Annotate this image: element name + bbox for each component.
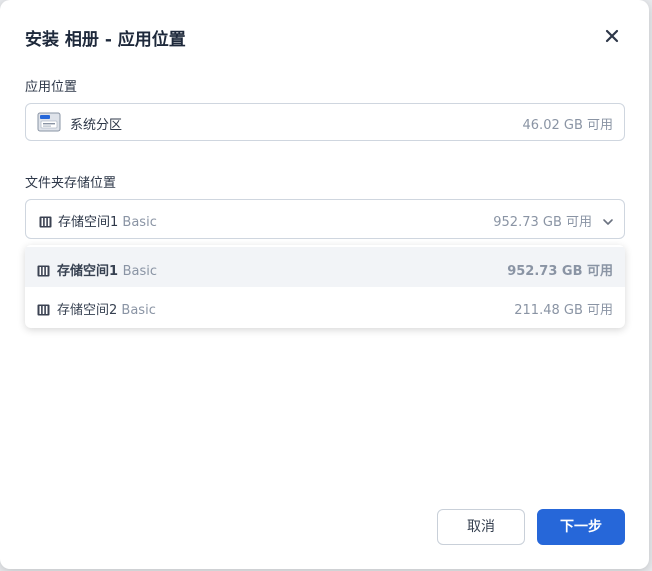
app-location-label: 应用位置 [25,80,78,95]
volume-option-label: 存储空间2 Basic [57,299,156,318]
volume-dropdown: 存储空间1 Basic 952.73 GB 可用 存储空间2 Basic 211… [25,245,625,328]
chevron-down-icon [602,213,614,225]
close-icon[interactable] [600,24,624,48]
volume-icon [37,301,50,316]
volume-option-1[interactable]: 存储空间1 Basic 952.73 GB 可用 [25,247,625,287]
folder-location-label: 文件夹存储位置 [25,176,117,191]
volume-option-2[interactable]: 存储空间2 Basic 211.48 GB 可用 [25,286,625,326]
next-button[interactable]: 下一步 [537,509,625,545]
folder-location-select[interactable]: 存储空间1 Basic 952.73 GB 可用 [25,199,625,239]
volume-icon [39,213,52,228]
ssd-icon [37,111,61,133]
selected-volume-name: 存储空间1 [58,215,119,230]
app-location-value: 系统分区 [70,118,123,133]
volume-option-name: 存储空间1 [57,264,119,279]
volume-option-label: 存储空间1 Basic [57,260,157,279]
install-dialog: 安装 相册 - 应用位置 应用位置 系统分区 46.02 GB 可用 文件夹存储… [0,0,649,569]
volume-option-type: Basic [121,303,156,318]
selected-volume-type: Basic [122,215,157,230]
volume-option-free-space: 952.73 GB 可用 [507,264,613,279]
volume-option-free-space: 211.48 GB 可用 [514,303,613,318]
volume-option-type: Basic [122,264,157,279]
dialog-title: 安装 相册 - 应用位置 [25,30,186,50]
selected-volume-label: 存储空间1 Basic [58,211,157,230]
app-location-field: 系统分区 46.02 GB 可用 [25,103,625,141]
cancel-button[interactable]: 取消 [437,509,525,545]
selected-volume-free-space: 952.73 GB 可用 [493,215,592,230]
app-location-free-space: 46.02 GB 可用 [522,118,613,133]
volume-option-name: 存储空间2 [57,303,118,318]
volume-icon [37,262,50,277]
